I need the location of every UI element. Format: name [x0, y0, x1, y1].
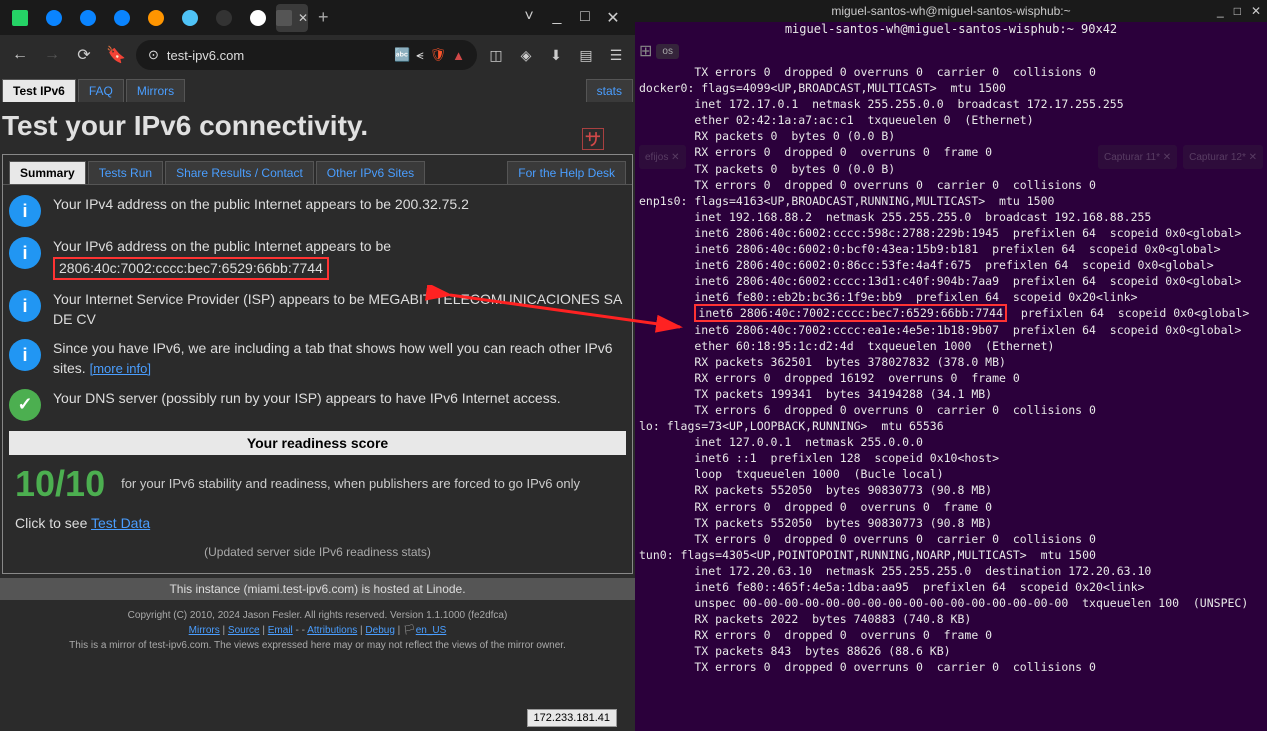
tab-stats[interactable]: stats: [586, 79, 633, 102]
bg-tab-1[interactable]: os: [656, 44, 679, 59]
results-box: Summary Tests Run Share Results / Contac…: [2, 154, 633, 574]
test-data-line: Click to see Test Data: [9, 505, 626, 541]
tab-whatsapp[interactable]: [4, 4, 36, 32]
copyright: Copyright (C) 2010, 2024 Jason Fesler. A…: [8, 608, 627, 623]
tab-2[interactable]: [38, 4, 70, 32]
url-field[interactable]: ⊙ test-ipv6.com 🔤 ⪪ 🛡 ▲: [136, 40, 477, 70]
terminal-title: miguel-santos-wh@miguel-santos-wisphub:~: [831, 4, 1070, 18]
translate-icon[interactable]: 🔤: [394, 47, 410, 63]
download-icon[interactable]: ⬇: [545, 44, 567, 66]
tab-mirrors[interactable]: Mirrors: [126, 79, 185, 102]
tab-faq[interactable]: FAQ: [78, 79, 124, 102]
readiness-score: 10/10: [15, 463, 105, 505]
brave-shield-icon[interactable]: 🛡: [430, 47, 447, 63]
info-icon: i: [9, 339, 41, 371]
browser-window: ✕ + ˅ _ □ ✕ ← → ⟳ 🔖 ⊙ test-ipv6.com 🔤 ⪪ …: [0, 0, 635, 731]
forward-button[interactable]: →: [40, 46, 64, 64]
term-maximize[interactable]: □: [1234, 4, 1241, 18]
term-minimize[interactable]: _: [1217, 4, 1224, 18]
subtab-share[interactable]: Share Results / Contact: [165, 161, 314, 184]
tab-7[interactable]: [208, 4, 240, 32]
url-bar: ← → ⟳ 🔖 ⊙ test-ipv6.com 🔤 ⪪ 🛡 ▲ ◫ ◈ ⬇ ▤ …: [0, 35, 635, 75]
subtab-other-sites[interactable]: Other IPv6 Sites: [316, 161, 425, 184]
more-info-link[interactable]: [more info]: [90, 361, 151, 376]
subtab-summary[interactable]: Summary: [9, 161, 86, 184]
ipv4-text: Your IPv4 address on the public Internet…: [53, 195, 469, 215]
minimize-button[interactable]: _: [547, 8, 567, 28]
terminal-bg-tabs: ⊞ os: [635, 40, 1267, 62]
ipv6-label: Your IPv6 address on the public Internet…: [53, 238, 391, 254]
footer: Copyright (C) 2010, 2024 Jason Fesler. A…: [0, 600, 635, 661]
footer-source[interactable]: Source: [228, 625, 260, 636]
footer-debug[interactable]: Debug: [365, 625, 394, 636]
footer-mirrors[interactable]: Mirrors: [189, 625, 220, 636]
share-icon[interactable]: ⪪: [416, 47, 423, 63]
footer-locale[interactable]: en_US: [416, 625, 447, 636]
check-icon: ✓: [9, 389, 41, 421]
tab-3[interactable]: [72, 4, 104, 32]
footer-attributions[interactable]: Attributions: [307, 625, 357, 636]
tab-active[interactable]: ✕: [276, 4, 308, 32]
subtab-help-desk[interactable]: For the Help Desk: [507, 161, 626, 184]
test-data-link[interactable]: Test Data: [91, 515, 150, 531]
window-controls: ˅ _ □ ✕: [519, 8, 631, 28]
tab-4[interactable]: [106, 4, 138, 32]
subtab-tests-run[interactable]: Tests Run: [88, 161, 163, 184]
maximize-button[interactable]: □: [575, 8, 595, 28]
dns-text: Your DNS server (possibly run by your IS…: [53, 389, 561, 409]
result-isp: i Your Internet Service Provider (ISP) a…: [9, 290, 626, 329]
isp-text: Your Internet Service Provider (ISP) app…: [53, 290, 626, 329]
warning-icon[interactable]: ▲: [452, 48, 465, 63]
bookmark-icon[interactable]: 🔖: [104, 45, 128, 65]
page-content: Test IPv6 FAQ Mirrors stats 🈂 Test your …: [0, 75, 635, 731]
site-info-icon[interactable]: ⊙: [148, 47, 159, 63]
language-icon[interactable]: 🈂: [581, 120, 605, 155]
term-close[interactable]: ✕: [1251, 4, 1261, 18]
page-title: Test your IPv6 connectivity.: [0, 102, 635, 150]
menu-icon[interactable]: ☰: [605, 44, 627, 66]
info-icon: i: [9, 195, 41, 227]
info-icon: i: [9, 237, 41, 269]
terminal-titlebar: miguel-santos-wh@miguel-santos-wisphub:~…: [635, 0, 1267, 22]
wallet-icon[interactable]: ◈: [515, 44, 537, 66]
tab-test-ipv6[interactable]: Test IPv6: [2, 79, 76, 102]
updated-note: (Updated server side IPv6 readiness stat…: [9, 541, 626, 563]
result-ipv6: i Your IPv6 address on the public Intern…: [9, 237, 626, 280]
readiness-desc: for your IPv6 stability and readiness, w…: [121, 476, 580, 491]
ipv6-address-highlighted: 2806:40c:7002:cccc:bec7:6529:66bb:7744: [53, 257, 329, 281]
footer-email[interactable]: Email: [268, 625, 293, 636]
term-menu-icon[interactable]: ⊞: [639, 41, 652, 61]
extension-icon[interactable]: ◫: [485, 44, 507, 66]
url-text: test-ipv6.com: [167, 48, 244, 63]
tab-6[interactable]: [174, 4, 206, 32]
bg-tab-capturar11[interactable]: Capturar 11* ✕: [1098, 145, 1177, 169]
terminal-window: miguel-santos-wh@miguel-santos-wisphub:~…: [635, 0, 1267, 731]
tab-5[interactable]: [140, 4, 172, 32]
ip-badge: 172.233.181.41: [527, 709, 617, 727]
browser-tabs-bar: ✕ + ˅ _ □ ✕: [0, 0, 635, 35]
info-icon: i: [9, 290, 41, 322]
reload-button[interactable]: ⟳: [72, 45, 96, 65]
dropdown-icon[interactable]: ˅: [519, 8, 539, 28]
instance-note: This instance (miami.test-ipv6.com) is h…: [0, 578, 635, 600]
result-tab-note: i Since you have IPv6, we are including …: [9, 339, 626, 378]
readiness-header: Your readiness score: [9, 431, 626, 455]
disclaimer: This is a mirror of test-ipv6.com. The v…: [8, 638, 627, 653]
tab-github[interactable]: [242, 4, 274, 32]
sidebar-icon[interactable]: ▤: [575, 44, 597, 66]
terminal-subtitle: miguel-santos-wh@miguel-santos-wisphub:~…: [635, 22, 1267, 40]
bg-tab-capturar12[interactable]: Capturar 12* ✕: [1183, 145, 1263, 169]
new-tab-button[interactable]: +: [310, 7, 337, 28]
close-button[interactable]: ✕: [603, 8, 623, 28]
result-dns: ✓ Your DNS server (possibly run by your …: [9, 389, 626, 421]
bg-tab-efijos[interactable]: efijos ✕: [639, 145, 686, 169]
result-ipv4: i Your IPv4 address on the public Intern…: [9, 195, 626, 227]
back-button[interactable]: ←: [8, 46, 32, 64]
